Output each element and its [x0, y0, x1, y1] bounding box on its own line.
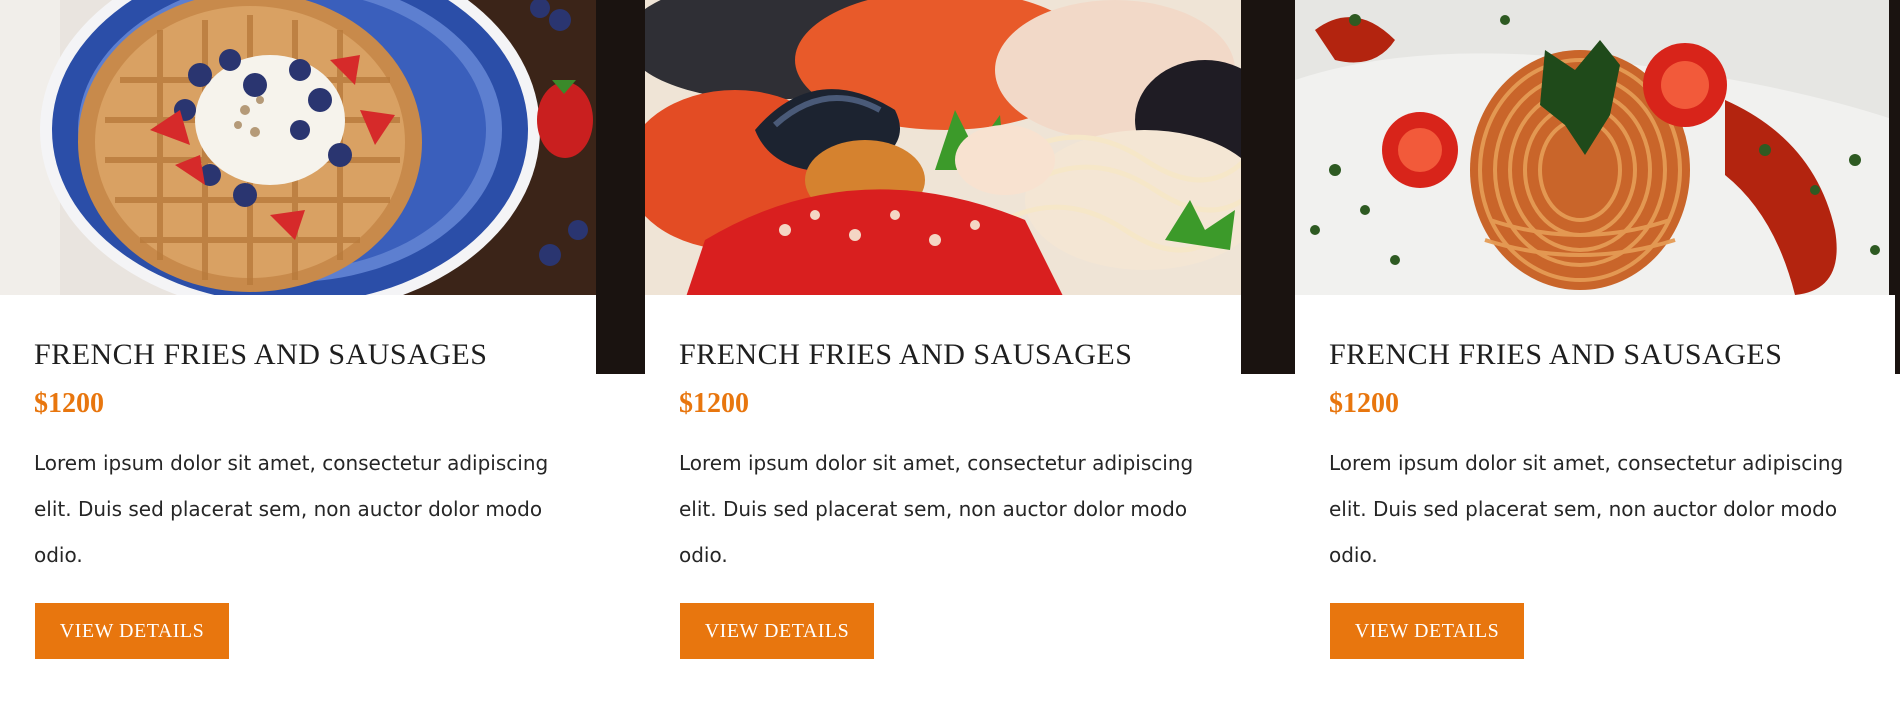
- card-title: FRENCH FRIES AND SAUSAGES: [679, 338, 1133, 371]
- card-title: FRENCH FRIES AND SAUSAGES: [1329, 338, 1783, 371]
- menu-card: FRENCH FRIES AND SAUSAGES $1200 Lorem ip…: [645, 0, 1241, 701]
- card-description: Lorem ipsum dolor sit amet, consectetur …: [1329, 451, 1844, 567]
- seafood-pasta-image[interactable]: [645, 0, 1241, 295]
- view-details-button[interactable]: VIEW DETAILS: [35, 603, 229, 659]
- menu-card: FRENCH FRIES AND SAUSAGES $1200 Lorem ip…: [0, 0, 596, 701]
- menu-card: FRENCH FRIES AND SAUSAGES $1200 Lorem ip…: [1295, 0, 1895, 701]
- menu-cards-section: FRENCH FRIES AND SAUSAGES $1200 Lorem ip…: [0, 0, 1900, 701]
- view-details-button[interactable]: VIEW DETAILS: [680, 603, 874, 659]
- waffle-with-berries-image[interactable]: [0, 0, 596, 295]
- view-details-button[interactable]: VIEW DETAILS: [1330, 603, 1524, 659]
- card-price: $1200: [34, 388, 104, 419]
- card-price: $1200: [679, 388, 749, 419]
- card-price: $1200: [1329, 388, 1399, 419]
- spaghetti-with-tomatoes-image[interactable]: [1295, 0, 1895, 295]
- card-title: FRENCH FRIES AND SAUSAGES: [34, 338, 488, 371]
- card-description: Lorem ipsum dolor sit amet, consectetur …: [679, 451, 1194, 567]
- card-description: Lorem ipsum dolor sit amet, consectetur …: [34, 451, 549, 567]
